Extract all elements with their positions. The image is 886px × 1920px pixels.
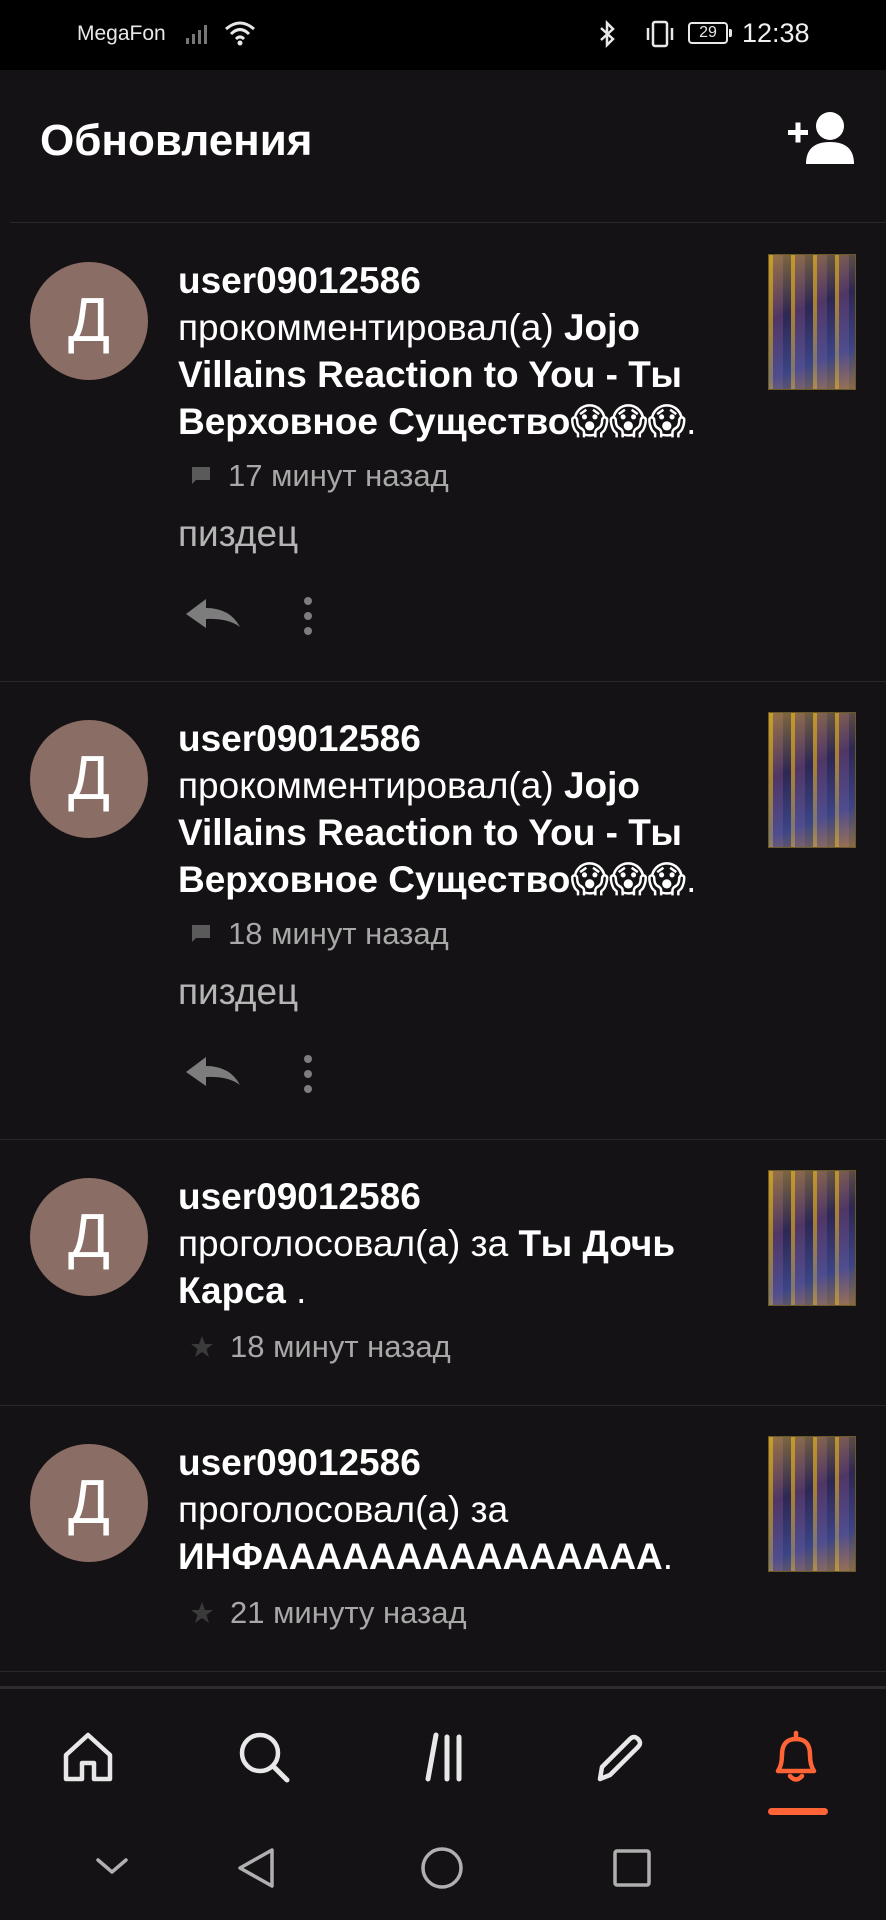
vibrate-icon (646, 20, 674, 48)
back-button[interactable] (214, 1816, 294, 1920)
timestamp: 17 минут назад (228, 458, 449, 493)
story-cover-thumbnail[interactable] (768, 712, 856, 848)
comment-text: пиздец (178, 513, 299, 554)
more-options-button[interactable] (290, 591, 326, 641)
story-cover-thumbnail[interactable] (768, 1436, 856, 1572)
avatar[interactable]: Д (30, 720, 148, 838)
star-icon (191, 1336, 213, 1357)
meta-row: 18 минут назад (190, 1329, 451, 1365)
username[interactable]: user09012586 (178, 1173, 738, 1220)
clock: 12:38 (742, 18, 810, 48)
battery-icon: 29 (688, 22, 732, 44)
recents-button[interactable] (590, 1816, 670, 1920)
action-text: проголосовал(а) за (178, 1489, 509, 1530)
chevron-down-icon (96, 1858, 128, 1874)
meta-row: 21 минуту назад (190, 1595, 467, 1631)
add-user-button[interactable] (788, 108, 858, 168)
status-bar: MegaFon 29 12:38 (0, 0, 886, 70)
wifi-icon (225, 21, 255, 46)
more-options-button[interactable] (290, 1049, 326, 1099)
add-user-icon (788, 112, 854, 164)
comment-icon (192, 467, 210, 484)
nav-library[interactable] (392, 1689, 492, 1809)
nav-write[interactable] (570, 1689, 670, 1809)
nav-home[interactable] (38, 1689, 138, 1809)
library-icon (425, 1732, 462, 1782)
carrier-name: MegaFon (77, 22, 166, 45)
avatar[interactable]: Д (30, 1444, 148, 1562)
timestamp: 18 минут назад (230, 1329, 451, 1364)
reply-icon (186, 599, 240, 628)
action-text: прокомментировал(а) (178, 307, 564, 348)
signal-icon (186, 25, 207, 44)
feed-item: Д user09012586 проголосовал(а) за ИНФАААА… (0, 1405, 886, 1672)
feed-item-text: user09012586 проголосовал(а) за ИНФАААААА… (178, 1439, 738, 1580)
username[interactable]: user09012586 (178, 1439, 738, 1486)
comment-text: пиздец (178, 971, 299, 1012)
reply-icon (186, 1057, 240, 1086)
nav-search[interactable] (214, 1689, 314, 1809)
feed-item: Д user09012586 проголосовал(а) за Ты Дочь… (0, 1139, 886, 1406)
feed-item: Д user09012586 прокомментировал(а) Jojo V… (0, 223, 886, 682)
comment-icon (192, 925, 210, 942)
nav-notifications[interactable] (746, 1689, 846, 1809)
bluetooth-icon (600, 20, 615, 48)
app-header: Обновления (0, 70, 886, 220)
timestamp: 18 минут назад (228, 916, 449, 951)
bell-icon (775, 1730, 817, 1782)
avatar[interactable]: Д (30, 262, 148, 380)
page-title: Обновления (40, 116, 313, 165)
bottom-nav (0, 1686, 886, 1819)
recents-square-icon (613, 1849, 651, 1887)
search-icon (239, 1732, 290, 1783)
suffix: . (686, 401, 697, 442)
pencil-icon (597, 1734, 643, 1782)
home-button[interactable] (400, 1816, 480, 1920)
more-vertical-icon (304, 597, 312, 635)
meta-row: 17 минут назад (190, 458, 449, 494)
action-text: проголосовал(а) за (178, 1223, 519, 1264)
active-tab-indicator (768, 1808, 828, 1815)
timestamp: 21 минуту назад (230, 1595, 467, 1630)
reply-button[interactable] (182, 591, 246, 641)
reply-button[interactable] (182, 1049, 246, 1099)
username[interactable]: user09012586 (178, 715, 738, 762)
back-triangle-icon (238, 1848, 274, 1888)
suffix: . (662, 1536, 674, 1577)
collapse-button[interactable] (72, 1816, 152, 1920)
more-vertical-icon (304, 1055, 312, 1093)
home-icon (63, 1732, 113, 1782)
username[interactable]: user09012586 (178, 257, 738, 304)
action-text: прокомментировал(а) (178, 765, 564, 806)
story-cover-thumbnail[interactable] (768, 254, 856, 390)
story-cover-thumbnail[interactable] (768, 1170, 856, 1306)
star-icon (191, 1602, 213, 1623)
suffix: . (686, 859, 697, 900)
meta-row: 18 минут назад (190, 916, 449, 952)
home-circle-icon (421, 1847, 463, 1889)
system-nav (0, 1816, 886, 1920)
story-title-link[interactable]: ИНФААААААААААААААА (178, 1536, 663, 1577)
feed-item-text: user09012586 прокомментировал(а) Jojo Vil… (178, 257, 738, 445)
feed-item-text: user09012586 проголосовал(а) за Ты Дочь К… (178, 1173, 738, 1314)
avatar[interactable]: Д (30, 1178, 148, 1296)
feed-item-text: user09012586 прокомментировал(а) Jojo Vil… (178, 715, 738, 903)
suffix: . (285, 1270, 307, 1311)
feed-item: Д user09012586 прокомментировал(а) Jojo V… (0, 681, 886, 1140)
